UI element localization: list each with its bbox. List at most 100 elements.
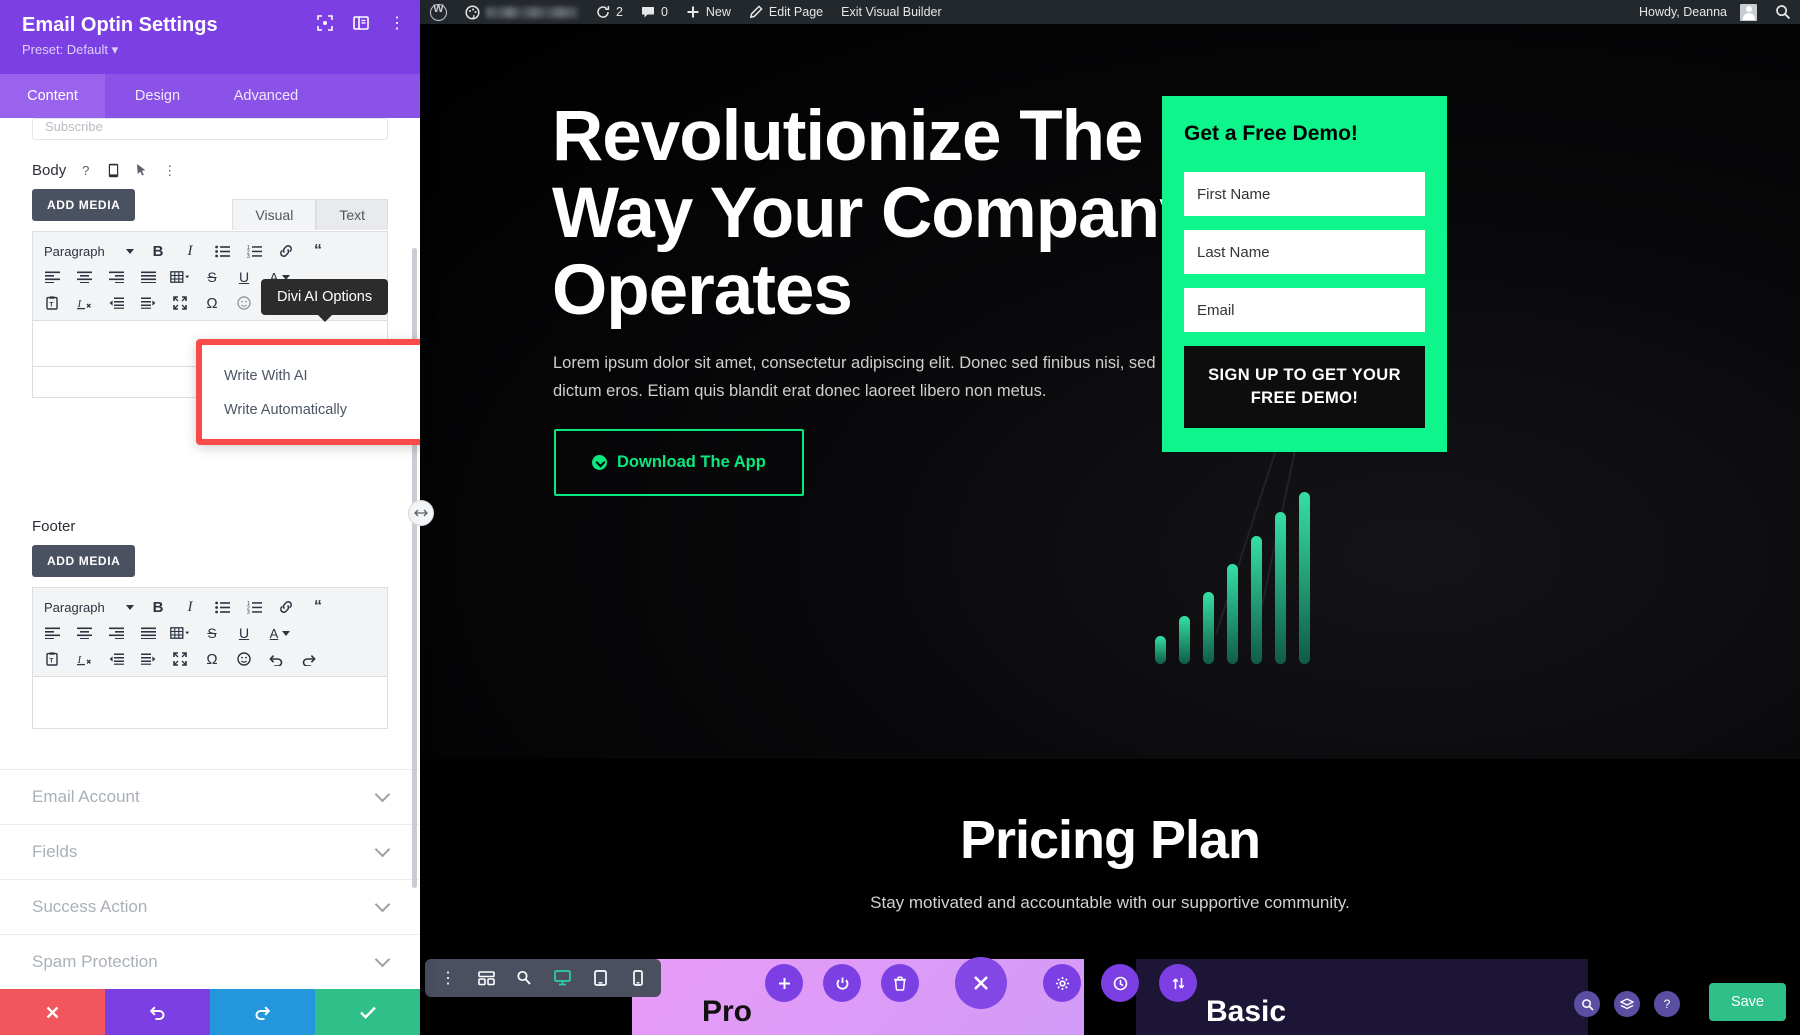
menu-item-write-automatically[interactable]: Write Automatically: [202, 393, 420, 427]
underline-icon[interactable]: U: [229, 265, 259, 289]
focus-icon[interactable]: [316, 14, 334, 32]
wireframe-icon[interactable]: [469, 961, 503, 995]
zoom-icon[interactable]: [1574, 991, 1600, 1017]
power-icon[interactable]: [823, 964, 861, 1002]
phone-icon[interactable]: [621, 961, 655, 995]
footer-text-area[interactable]: [32, 677, 388, 729]
bulleted-list-icon[interactable]: [207, 239, 237, 263]
clear-formatting-icon[interactable]: I: [69, 291, 99, 315]
comments-menu[interactable]: 0: [632, 0, 677, 24]
table-icon[interactable]: [165, 621, 195, 645]
kebab-menu-icon[interactable]: ⋮: [431, 961, 465, 995]
save-button[interactable]: Save: [1708, 983, 1786, 1021]
outdent-icon[interactable]: [101, 647, 131, 671]
bulleted-list-icon[interactable]: [207, 595, 237, 619]
tab-content[interactable]: Content: [0, 74, 105, 118]
wordpress-logo-icon[interactable]: [420, 0, 456, 24]
preset-selector[interactable]: Preset: Default ▾: [22, 42, 398, 58]
paste-as-text-icon[interactable]: T: [37, 291, 67, 315]
tab-advanced[interactable]: Advanced: [210, 74, 322, 118]
first-name-field[interactable]: First Name: [1184, 172, 1425, 216]
paragraph-format-select[interactable]: Paragraph: [37, 239, 141, 263]
special-character-icon[interactable]: Ω: [197, 647, 227, 671]
edit-page-link[interactable]: Edit Page: [740, 0, 832, 24]
fullscreen-icon[interactable]: [165, 291, 195, 315]
sidebar-item-success-action[interactable]: Success Action: [0, 879, 420, 934]
outdent-icon[interactable]: [101, 291, 131, 315]
kebab-menu-icon[interactable]: ⋮: [388, 14, 406, 32]
kebab-menu-icon[interactable]: ⋮: [161, 162, 178, 179]
zoom-icon[interactable]: [507, 961, 541, 995]
redo-icon[interactable]: [293, 647, 323, 671]
italic-icon[interactable]: I: [175, 595, 205, 619]
paragraph-format-select[interactable]: Paragraph: [37, 595, 141, 619]
align-right-icon[interactable]: [101, 265, 131, 289]
numbered-list-icon[interactable]: 123: [239, 595, 269, 619]
hover-icon[interactable]: [133, 162, 150, 179]
bold-icon[interactable]: B: [143, 595, 173, 619]
tab-design[interactable]: Design: [105, 74, 210, 118]
align-center-icon[interactable]: [69, 621, 99, 645]
responsive-icon[interactable]: [105, 162, 122, 179]
tablet-icon[interactable]: [583, 961, 617, 995]
add-media-button-body[interactable]: ADD MEDIA: [32, 189, 136, 221]
indent-icon[interactable]: [133, 647, 163, 671]
align-right-icon[interactable]: [101, 621, 131, 645]
help-icon[interactable]: ?: [77, 162, 94, 179]
align-center-icon[interactable]: [69, 265, 99, 289]
blockquote-icon[interactable]: “: [303, 595, 333, 619]
gear-icon[interactable]: [1043, 964, 1081, 1002]
align-left-icon[interactable]: [37, 265, 67, 289]
link-icon[interactable]: [271, 595, 301, 619]
help-icon[interactable]: ?: [1654, 991, 1680, 1017]
discard-button[interactable]: [0, 989, 105, 1035]
table-icon[interactable]: [165, 265, 195, 289]
align-left-icon[interactable]: [37, 621, 67, 645]
clear-formatting-icon[interactable]: I: [69, 647, 99, 671]
numbered-list-icon[interactable]: 123: [239, 239, 269, 263]
special-character-icon[interactable]: Ω: [197, 291, 227, 315]
underline-icon[interactable]: U: [229, 621, 259, 645]
desktop-icon[interactable]: [545, 961, 579, 995]
add-module-button[interactable]: [765, 964, 803, 1002]
trash-icon[interactable]: [881, 964, 919, 1002]
sidebar-item-spam-protection[interactable]: Spam Protection: [0, 934, 420, 989]
italic-icon[interactable]: I: [175, 239, 205, 263]
undo-icon[interactable]: [261, 647, 291, 671]
layers-icon[interactable]: [1614, 991, 1640, 1017]
text-color-icon[interactable]: A: [261, 621, 299, 645]
strikethrough-icon[interactable]: S: [197, 621, 227, 645]
layout-icon[interactable]: [352, 14, 370, 32]
account-menu[interactable]: Howdy, Deanna: [1630, 0, 1766, 24]
indent-icon[interactable]: [133, 291, 163, 315]
emoji-icon[interactable]: [229, 647, 259, 671]
updates-menu[interactable]: 2: [587, 0, 632, 24]
tab-visual[interactable]: Visual: [232, 199, 317, 230]
download-app-button[interactable]: Download The App: [554, 429, 804, 496]
pricing-card-basic[interactable]: Basic: [1136, 959, 1588, 1035]
save-changes-button[interactable]: [315, 989, 420, 1035]
email-field[interactable]: Email: [1184, 288, 1425, 332]
fullscreen-icon[interactable]: [165, 647, 195, 671]
exit-visual-builder-link[interactable]: Exit Visual Builder: [832, 0, 951, 24]
undo-button[interactable]: [105, 989, 210, 1035]
strikethrough-icon[interactable]: S: [197, 265, 227, 289]
redo-button[interactable]: [210, 989, 315, 1035]
panel-resize-handle[interactable]: [408, 500, 434, 526]
search-button[interactable]: [1766, 0, 1800, 24]
tab-text[interactable]: Text: [316, 199, 388, 230]
last-name-field[interactable]: Last Name: [1184, 230, 1425, 274]
site-name-menu[interactable]: [456, 0, 587, 24]
portability-icon[interactable]: [1159, 964, 1197, 1002]
blockquote-icon[interactable]: “: [303, 239, 333, 263]
optin-submit-button[interactable]: SIGN UP TO GET YOUR FREE DEMO!: [1184, 346, 1425, 428]
bold-icon[interactable]: B: [143, 239, 173, 263]
sidebar-item-email-account[interactable]: Email Account: [0, 769, 420, 824]
new-content-menu[interactable]: New: [677, 0, 740, 24]
close-builder-button[interactable]: [955, 957, 1007, 1009]
emoji-icon[interactable]: [229, 291, 259, 315]
align-justify-icon[interactable]: [133, 265, 163, 289]
align-justify-icon[interactable]: [133, 621, 163, 645]
link-icon[interactable]: [271, 239, 301, 263]
menu-item-write-with-ai[interactable]: Write With AI: [202, 359, 420, 393]
